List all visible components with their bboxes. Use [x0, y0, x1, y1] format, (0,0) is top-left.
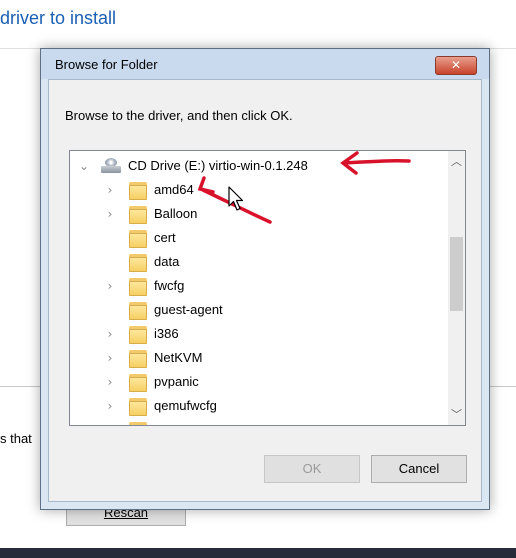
- dialog-titlebar[interactable]: Browse for Folder ✕: [41, 49, 489, 79]
- tree-item-label: guest-agent: [154, 302, 223, 317]
- background-text: s that: [0, 431, 32, 446]
- tree-item-label: amd64: [154, 182, 194, 197]
- browse-for-folder-dialog: Browse for Folder ✕ Browse to the driver…: [40, 48, 490, 510]
- chevron-right-icon[interactable]: ›: [104, 346, 116, 370]
- cancel-button[interactable]: Cancel: [371, 455, 467, 483]
- folder-icon: [129, 420, 147, 425]
- tree-item-label: i386: [154, 326, 179, 341]
- tree-item-data[interactable]: data: [70, 250, 448, 274]
- page-title: driver to install: [0, 8, 117, 28]
- cd-drive-icon: [100, 158, 122, 174]
- folder-icon: [129, 228, 147, 248]
- folder-icon: [129, 204, 147, 224]
- tree-item-guest-agent[interactable]: guest-agent: [70, 298, 448, 322]
- folder-icon: [129, 180, 147, 200]
- mouse-pointer-icon: [228, 186, 244, 211]
- dialog-title: Browse for Folder: [55, 57, 158, 72]
- chevron-right-icon[interactable]: ›: [104, 370, 116, 394]
- tree-item-label: pvpanic: [154, 374, 199, 389]
- tree-item-partial[interactable]: [70, 418, 448, 425]
- tree-item-netkvm[interactable]: › NetKVM: [70, 346, 448, 370]
- tree-item-pvpanic[interactable]: › pvpanic: [70, 370, 448, 394]
- scroll-down-icon[interactable]: ﹀: [448, 406, 465, 423]
- folder-tree[interactable]: ⌄ CD Drive (E:) virtio-win-0.1.248 › amd…: [69, 150, 466, 426]
- folder-icon: [129, 396, 147, 416]
- folder-icon: [129, 348, 147, 368]
- tree-item-qemufwcfg[interactable]: › qemufwcfg: [70, 394, 448, 418]
- tree-root-label: CD Drive (E:) virtio-win-0.1.248: [128, 158, 308, 173]
- scroll-up-icon[interactable]: ︿: [448, 153, 465, 170]
- tree-item-i386[interactable]: › i386: [70, 322, 448, 346]
- tree-item-label: NetKVM: [154, 350, 203, 365]
- tree-item-amd64[interactable]: › amd64: [70, 178, 448, 202]
- taskbar-edge: [0, 548, 516, 558]
- folder-icon: [129, 276, 147, 296]
- instruction-text: Browse to the driver, and then click OK.: [65, 108, 293, 123]
- dialog-body: Browse to the driver, and then click OK.…: [48, 79, 482, 502]
- chevron-right-icon[interactable]: ›: [104, 274, 116, 298]
- ok-button[interactable]: OK: [264, 455, 360, 483]
- close-icon: ✕: [450, 58, 462, 72]
- tree-item-label: qemufwcfg: [154, 398, 217, 413]
- close-button[interactable]: ✕: [435, 56, 477, 75]
- tree-root-cd-drive[interactable]: ⌄ CD Drive (E:) virtio-win-0.1.248: [70, 154, 448, 178]
- chevron-down-icon[interactable]: ⌄: [78, 154, 90, 178]
- chevron-right-icon[interactable]: ›: [104, 322, 116, 346]
- tree-item-label: Balloon: [154, 206, 198, 221]
- folder-icon: [129, 324, 147, 344]
- chevron-right-icon[interactable]: ›: [104, 394, 116, 418]
- chevron-right-icon[interactable]: ›: [104, 178, 116, 202]
- scroll-thumb[interactable]: [450, 237, 463, 311]
- folder-icon: [129, 372, 147, 392]
- tree-item-balloon[interactable]: › Balloon: [70, 202, 448, 226]
- tree-item-label: cert: [154, 230, 176, 245]
- folder-icon: [129, 252, 147, 272]
- folder-icon: [129, 300, 147, 320]
- tree-scrollbar[interactable]: ︿ ﹀: [448, 151, 465, 425]
- chevron-right-icon[interactable]: ›: [104, 202, 116, 226]
- tree-item-label: data: [154, 254, 180, 269]
- tree-item-label: fwcfg: [154, 278, 185, 293]
- tree-item-cert[interactable]: cert: [70, 226, 448, 250]
- tree-item-fwcfg[interactable]: › fwcfg: [70, 274, 448, 298]
